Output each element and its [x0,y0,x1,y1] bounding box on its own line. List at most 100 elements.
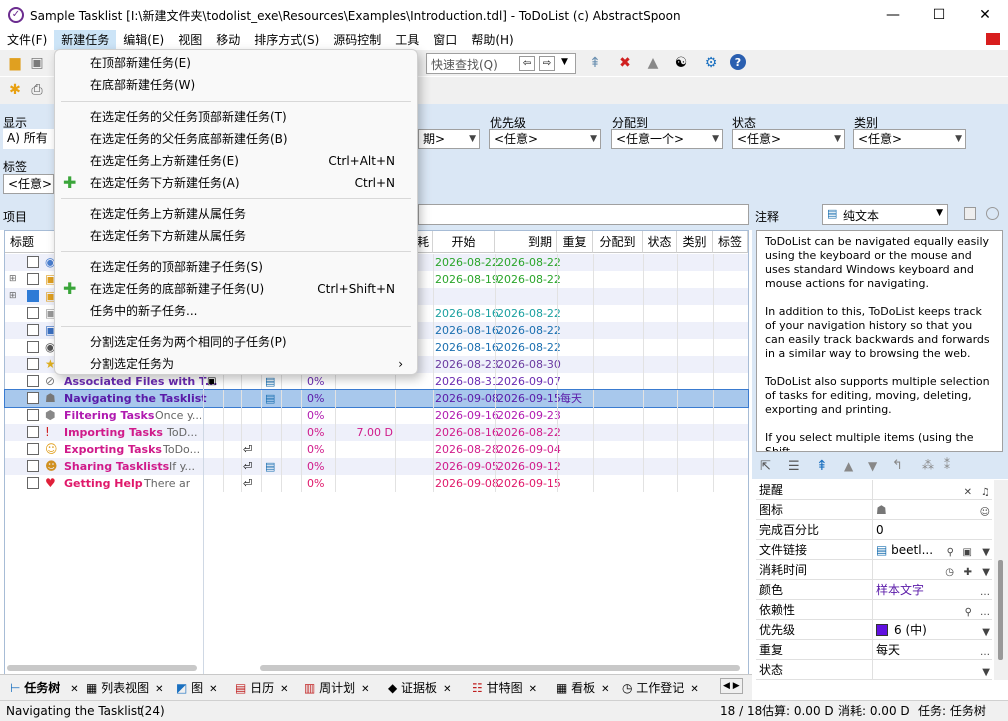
menu-item-new-task-10[interactable]: 任务中的新子任务... [55,300,417,322]
tab-week-planner[interactable]: ▥ 周计划 ✕ [304,678,370,698]
menu-item-new-task-1[interactable]: 在底部新建任务(W) [55,74,417,96]
attribute-row[interactable]: 重复 每天… [756,640,992,660]
menu-file[interactable]: 文件(F) [0,30,54,50]
category-filter-combo[interactable]: <任意> ▼ [853,129,966,149]
attribute-row[interactable]: 状态 ▼ [756,660,992,680]
task-title[interactable]: Filtering Tasks [64,407,154,424]
settings-gear-icon[interactable]: ⚙ [702,54,720,72]
table-row[interactable]: ⊘ Associated Files with T... ▣ ▤ 0% 2026-08-3… [5,373,748,390]
quick-find-box[interactable]: 快速查找(Q) ⇦ ⇨ ▼ [426,53,576,74]
close-icon[interactable]: ✕ [443,684,451,695]
menu-item-new-task-8[interactable]: 在选定任务的顶部新建子任务(S) [55,256,417,278]
menu-item-new-task-6[interactable]: 在选定任务上方新建从属任务 [55,203,417,225]
attribute-value[interactable]: ▼ ✚ ◷ [872,560,992,580]
tab-evidence-board[interactable]: ◆ 证据板 ✕ [388,678,451,698]
menu-window[interactable]: 窗口 [426,30,464,50]
task-checkbox[interactable] [27,324,39,336]
tab-task-tree[interactable]: ⊢ 任务树 ✕ [10,678,79,698]
attribute-value[interactable]: ☗ ☺ [872,500,992,520]
column-start[interactable]: 开始 [433,231,495,253]
task-checkbox[interactable] [27,443,39,455]
column-recur[interactable]: 重复 [557,231,593,253]
menu-item-new-task-11[interactable]: 分割选定任务为两个相同的子任务(P) [55,331,417,353]
menu-item-new-task-0[interactable]: 在顶部新建任务(E) [55,52,417,74]
comments-clock-icon[interactable] [986,207,999,220]
task-title[interactable]: Sharing Tasklists [64,458,169,475]
menu-item-new-task-12[interactable]: 分割选定任务为 › [55,353,417,375]
priority-filter-combo[interactable]: <任意> ▼ [489,129,601,149]
close-icon[interactable]: ✕ [529,684,537,695]
column-assigned[interactable]: 分配到 [593,231,643,253]
menu-item-new-task-7[interactable]: 在选定任务下方新建从属任务 [55,225,417,247]
maximize-button[interactable]: ☐ [916,0,962,30]
file-link-icon[interactable]: ▤ [265,390,275,407]
table-row[interactable]: ! Importing Tasks ToD... 0% 7.00 D 2026-08-16… [5,424,748,441]
tab-work-log[interactable]: ◷ 工作登记 ✕ [622,678,699,698]
column-category[interactable]: 类别 [677,231,713,253]
table-row[interactable]: ♥ Getting HelpThere are... ⏎ 0% 2026-09-0820… [5,475,748,492]
attribute-value[interactable]: ▤ beetl... ▼ ▣ ⚲ [872,540,992,560]
file-link-icon[interactable]: ▤ [265,458,275,475]
task-checkbox[interactable] [27,426,39,438]
menu-new-task[interactable]: 新建任务 [54,30,117,50]
close-icon[interactable]: ✕ [601,684,609,695]
attribute-row[interactable]: 消耗时间 ▼ ✚ ◷ [756,560,992,580]
task-title[interactable]: Getting Help [64,475,143,492]
task-title[interactable]: Exporting Tasks [64,441,162,458]
menu-item-new-task-4[interactable]: 在选定任务上方新建任务(E) Ctrl+Alt+N [55,150,417,172]
move-down-icon[interactable]: ▼ [868,459,877,473]
task-checkbox[interactable] [27,341,39,353]
help-icon[interactable]: ? [730,54,746,70]
menu-item-new-task-5[interactable]: ✚ 在选定任务下方新建任务(A) Ctrl+N [55,172,417,194]
attribute-value[interactable]: … ⚲ [872,600,992,620]
chevron-down-icon[interactable]: ▼ [982,663,990,683]
attribute-row[interactable]: 提醒 ♫ ✕ [756,480,992,500]
find-prev-icon[interactable]: ⇦ [519,56,535,71]
table-row[interactable]: ☗ Navigating the Tasklist ▤ 0% 2026-09-08 202… [4,389,749,408]
move-up-icon[interactable]: ⇞ [586,54,604,72]
find-dropdown-icon[interactable]: ▼ [561,57,568,67]
task-checkbox[interactable] [27,392,39,404]
due-filter-combo[interactable]: 期> ▼ [418,129,480,149]
attribute-row[interactable]: 颜色 样本文字… [756,580,992,600]
outdent-icon[interactable]: ↰ [892,458,903,473]
tab-kanban[interactable]: ▦ 看板 ✕ [556,678,610,698]
attribute-value[interactable]: 样本文字… [872,580,992,600]
attribute-value[interactable]: 6 (中) ▼ [872,620,992,640]
list-icon[interactable]: ☰ [788,459,800,474]
menu-item-new-task-2[interactable]: 在选定任务的父任务顶部新建任务(T) [55,106,417,128]
tab-gantt[interactable]: ☷ 甘特图 ✕ [472,678,537,698]
close-icon[interactable]: ✕ [155,684,163,695]
table-row[interactable]: ☻ Sharing Tasklists If y... ⏎ ▤ 0% 2026-09-05 2… [5,458,748,475]
status-filter-combo[interactable]: <任意> ▼ [732,129,845,149]
close-button[interactable]: ✕ [962,0,1008,30]
new-task-star-icon[interactable]: ✱ [6,81,24,99]
pointer-icon[interactable]: ⇱ [760,459,771,474]
tags-filter-combo[interactable]: <任意> [3,174,54,194]
task-checkbox[interactable] [27,307,39,319]
close-icon[interactable]: ✕ [690,684,698,695]
task-checkbox[interactable] [27,460,39,472]
menu-item-new-task-3[interactable]: 在选定任务的父任务底部新建任务(B) [55,128,417,150]
dependency-icon[interactable]: ⏎ [243,441,252,458]
comment-format-combo[interactable]: ▤ 纯文本 ▼ [822,204,948,225]
task-title[interactable]: Importing Tasks [64,424,163,441]
tab-list-view[interactable]: ▦ 列表视图 ✕ [86,678,164,698]
attribute-row[interactable]: 依赖性 … ⚲ [756,600,992,620]
horizontal-scrollbar-right[interactable] [260,665,740,671]
task-checkbox[interactable] [27,477,39,489]
menu-help[interactable]: 帮助(H) [464,30,520,50]
menu-sort[interactable]: 排序方式(S) [247,30,326,50]
column-due[interactable]: 到期 [495,231,557,253]
ungroup-icon[interactable]: ⁑ [944,458,950,472]
task-checkbox[interactable] [27,375,39,387]
attribute-row[interactable]: 完成百分比 0 [756,520,992,540]
print-icon[interactable]: ⎙ [28,81,46,99]
expand-icon[interactable]: ⊞ [9,271,17,288]
menu-edit[interactable]: 编辑(E) [116,30,171,50]
menu-item-new-task-9[interactable]: ✚ 在选定任务的底部新建子任务(U) Ctrl+Shift+N [55,278,417,300]
group-icon[interactable]: ⁂ [922,458,934,472]
comments-window-icon[interactable] [964,207,976,220]
save-icon[interactable]: ▣ [28,54,46,72]
attribute-scrollbar[interactable] [994,480,1008,680]
